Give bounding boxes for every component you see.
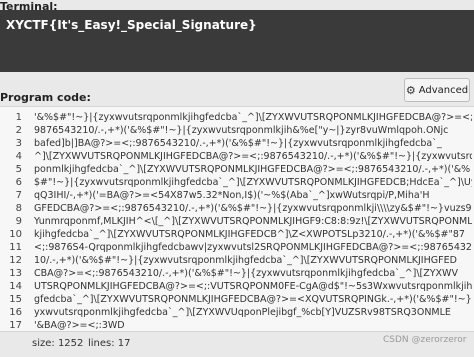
code-line: kjihgfedcba`_^]\[ZYXWVUTSRQPONMLKJIHGFED… [34, 229, 465, 240]
line-number: 17 [9, 320, 22, 331]
line-number: 10 [9, 229, 22, 240]
code-line: bafed]b|]BA@?>=<;:9876543210/.-,+*)('&%$… [34, 138, 442, 149]
code-line: qQ3IHI/-,+*)('=BA@?>=<54X87w5.32*Non,I$)… [34, 190, 430, 201]
code-line: 9876543210/.-,+*)('&%$#"!~}|{zyxwvutsrqp… [34, 125, 449, 136]
code-line: '&BA@?>=<;:3WD [34, 320, 125, 331]
code-line: gfedcba`_^]\[ZYXWVUTSRQPONMLKJIHGFEDCBA@… [34, 294, 472, 305]
line-number: 14 [9, 281, 22, 292]
code-line: ponmlkjihgfedcba`_^]\[ZYXWVUTSRQPONMLKJI… [34, 164, 471, 175]
line-number: 16 [9, 307, 22, 318]
program-code-label: Program code: [0, 91, 91, 104]
line-number: 1 [15, 112, 22, 123]
line-number: 11 [9, 242, 22, 253]
code-line: ^]\[ZYXWVUTSRQPONMLKJIHGFEDCBA@?>=<;:987… [34, 151, 472, 162]
line-number: 8 [15, 203, 22, 214]
line-number: 6 [15, 177, 22, 188]
line-number: 15 [9, 294, 22, 305]
line-number-gutter: 1 2 3 4 5 6 7 8 9 10 11 12 13 14 15 16 1… [0, 111, 26, 332]
code-line: UTSRQPONMLKJIHGFEDCBA@?>=<;:VUTSRQPONM0F… [34, 281, 472, 292]
code-line: CBA@?>=<;:9876543210/.-,+*)('&%$#"!~}|{z… [34, 268, 458, 279]
line-number: 9 [15, 216, 22, 227]
line-number: 3 [15, 138, 22, 149]
code-line: GFEDCBA@?>=<;:9876543210/.-,+*)('&%$#"!~… [34, 203, 472, 214]
line-number: 2 [15, 125, 22, 136]
code-line: <;:9876S4-Qrqponmlkjihgfedcbawv|zyxwvuts… [34, 242, 472, 253]
code-line: '&%$#"!~}|{zyxwvutsrqponmlkjihgfedcba`_^… [34, 112, 472, 123]
code-line: $#"!~}|{zyxwvutsrqponmlkjihgfedcba`_^]\[… [34, 177, 472, 188]
line-number: 7 [15, 190, 22, 201]
code-line: 10/.-,+*)('&%$#"!~}|{zyxwvutsrqponmlkjih… [34, 255, 457, 266]
line-number: 4 [15, 151, 22, 162]
terminal-output-text: XYCTF{It's_Easy!_Special_Signature} [6, 18, 257, 32]
line-number: 13 [9, 268, 22, 279]
code-text-area[interactable]: '&%$#"!~}|{zyxwvutsrqponmlkjihgfedcba`_^… [34, 111, 472, 332]
code-editor[interactable]: 1 2 3 4 5 6 7 8 9 10 11 12 13 14 15 16 1… [0, 106, 474, 332]
line-number: 12 [9, 255, 22, 266]
advanced-button-label: Advanced [418, 84, 469, 96]
code-size-status: size: 1252 [32, 338, 84, 349]
advanced-button[interactable]: ⚙ Advanced [404, 78, 470, 102]
code-lines-status: lines: 17 [88, 338, 131, 349]
terminal-output-panel: XYCTF{It's_Easy!_Special_Signature} [0, 10, 474, 72]
gear-icon: ⚙ [405, 83, 416, 97]
code-line: Yunmrqponmf,MLKJIH^<\[_^]\[ZYXWVUTSRQPON… [34, 216, 472, 227]
watermark: CSDN @zerorzeror [383, 335, 467, 345]
code-line: yxwvutsrqponmlkjihgfedcba`_^]\[ZYXWVUqpo… [34, 307, 451, 318]
line-number: 5 [15, 164, 22, 175]
